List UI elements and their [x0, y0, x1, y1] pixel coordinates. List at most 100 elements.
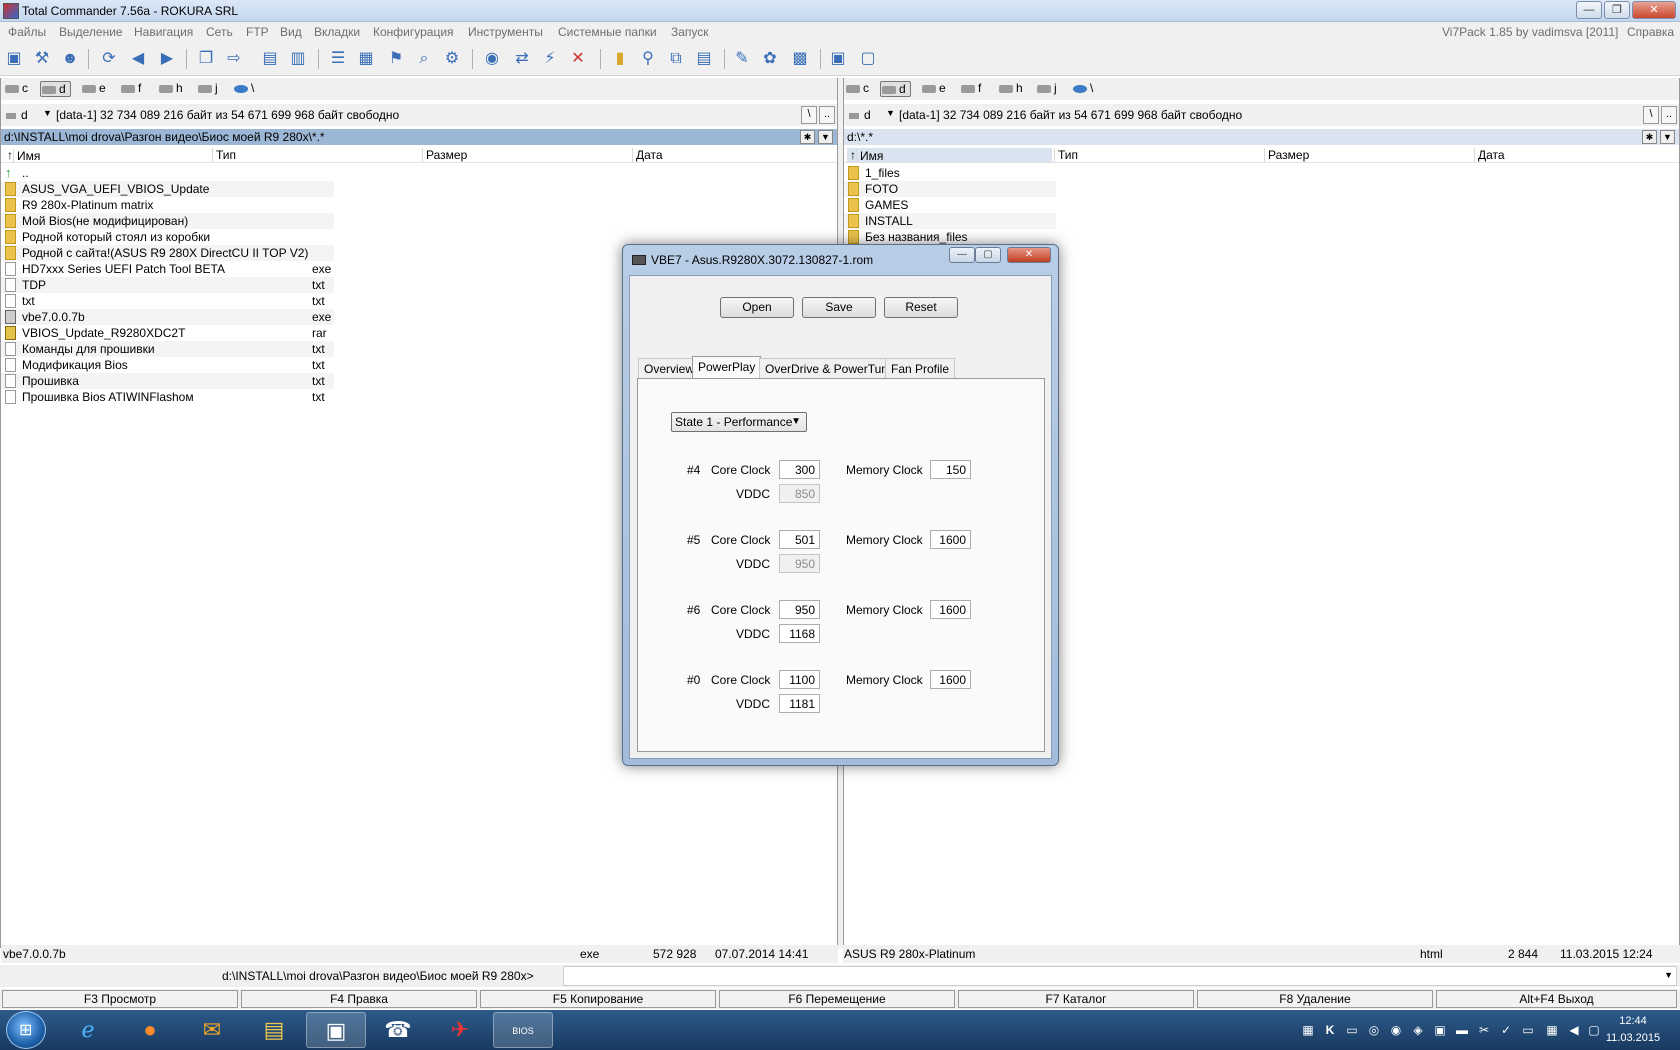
sync-tray-icon[interactable]: ◈: [1410, 1022, 1426, 1038]
f4-edit-button[interactable]: F4 Правка: [241, 990, 477, 1008]
pack-icon[interactable]: ⚒: [30, 47, 54, 71]
list-view-icon[interactable]: ☰: [326, 47, 350, 71]
ftp-connect-icon[interactable]: ⚡: [538, 47, 562, 71]
left-path-bar[interactable]: d:\INSTALL\moi drova\Разгон видео\Биос м…: [1, 129, 837, 145]
chevron-down-icon[interactable]: ▼: [1664, 970, 1673, 980]
memory-clock-field[interactable]: 1600: [930, 670, 971, 689]
calculator-icon[interactable]: ▩: [788, 47, 812, 71]
notes-icon[interactable]: ▤: [692, 47, 716, 71]
f7-mkdir-button[interactable]: F7 Каталог: [958, 990, 1194, 1008]
command-line-input[interactable]: ▼: [563, 966, 1677, 986]
flag-icon[interactable]: ▬: [1454, 1022, 1470, 1038]
restore-button[interactable]: ❐: [1604, 1, 1630, 19]
memory-clock-field[interactable]: 1600: [930, 600, 971, 619]
list-item[interactable]: Мой Bios(не модифицирован): [1, 213, 334, 229]
list-item[interactable]: ↑..: [1, 165, 837, 181]
menu-navigation[interactable]: Навигация: [134, 25, 193, 39]
drive-network[interactable]: \: [1072, 81, 1093, 97]
alt-f4-exit-button[interactable]: Alt+F4 Выход: [1436, 990, 1677, 1008]
list-item[interactable]: R9 280x-Platinum matrix: [1, 197, 837, 213]
move-file-icon[interactable]: ⇨: [222, 47, 246, 71]
refresh-icon[interactable]: ⟳: [97, 47, 121, 71]
outlook-icon[interactable]: ✉: [182, 1012, 242, 1048]
menu-tabs[interactable]: Вкладки: [314, 25, 360, 39]
sync-icon[interactable]: ⚙: [440, 47, 464, 71]
menu-tools[interactable]: Инструменты: [468, 25, 543, 39]
col-type[interactable]: Тип: [1054, 148, 1078, 162]
core-clock-field[interactable]: 950: [779, 600, 820, 619]
col-date[interactable]: Дата: [1474, 148, 1505, 162]
right-history-button[interactable]: ▼: [1660, 130, 1675, 144]
list-item[interactable]: vbe7.0.0.7b exe: [1, 309, 334, 325]
tab-overview[interactable]: Overview: [638, 358, 701, 378]
menu-configuration[interactable]: Конфигурация: [373, 25, 454, 39]
state-select[interactable]: State 1 - Performance ▼: [671, 412, 807, 432]
tray-icon[interactable]: ▦: [1300, 1022, 1316, 1038]
tab-fan-profile[interactable]: Fan Profile: [885, 358, 956, 378]
drive-j[interactable]: j: [1036, 81, 1057, 97]
ftp-disconnect-icon[interactable]: ✕: [566, 47, 590, 71]
skype-icon[interactable]: ◉: [1388, 1022, 1404, 1038]
list-item[interactable]: Без названия_files: [844, 229, 1679, 245]
tool-icon[interactable]: ✈: [430, 1012, 490, 1048]
find-icon[interactable]: ⌕: [412, 47, 436, 71]
drive-h[interactable]: h: [998, 81, 1023, 97]
core-clock-field[interactable]: 501: [779, 530, 820, 549]
col-size[interactable]: Размер: [1264, 148, 1309, 162]
menu-network[interactable]: Сеть: [206, 25, 233, 39]
update-icon[interactable]: ▣: [1432, 1022, 1448, 1038]
utility-icon[interactable]: ▢: [856, 47, 880, 71]
col-name[interactable]: ↑ Имя: [4, 148, 40, 163]
drive-j[interactable]: j: [197, 81, 218, 97]
list-item[interactable]: ASUS_VGA_UEFI_VBIOS_Update: [1, 181, 334, 197]
list-item[interactable]: INSTALL: [844, 213, 1056, 229]
tools-tray-icon[interactable]: ✂: [1476, 1022, 1492, 1038]
menu-files[interactable]: Файлы: [8, 25, 46, 39]
drive-h[interactable]: h: [158, 81, 183, 97]
f5-copy-button[interactable]: F5 Копирование: [480, 990, 716, 1008]
drive-f[interactable]: f: [120, 81, 141, 97]
explorer-icon[interactable]: ▤: [244, 1012, 304, 1048]
copy-icon[interactable]: ⧉: [664, 47, 688, 71]
right-hotlist-button[interactable]: ✱: [1642, 130, 1657, 144]
vddc-field[interactable]: 1168: [779, 624, 820, 643]
menu-help[interactable]: Справка: [1627, 25, 1674, 39]
menu-view[interactable]: Вид: [280, 25, 302, 39]
keyboard-icon[interactable]: ▦: [1544, 1022, 1560, 1038]
core-clock-field[interactable]: 1100: [779, 670, 820, 689]
menu-ftp[interactable]: FTP: [246, 25, 269, 39]
right-drive-select[interactable]: d ▼: [848, 106, 895, 124]
vbe-close-button[interactable]: ✕: [1007, 247, 1051, 263]
network-tray-icon[interactable]: ▭: [1344, 1022, 1360, 1038]
core-clock-field[interactable]: 300: [779, 460, 820, 479]
start-button[interactable]: ⊞: [6, 1011, 46, 1049]
firefox-icon[interactable]: ●: [120, 1012, 180, 1048]
right-root-button[interactable]: \: [1643, 106, 1659, 124]
list-item[interactable]: Родной который стоял из коробки: [1, 229, 837, 245]
list-item[interactable]: FOTO: [844, 181, 1056, 197]
tray-chat-icon[interactable]: ▭: [1520, 1022, 1536, 1038]
volume-icon[interactable]: ◀: [1566, 1022, 1582, 1038]
right-path-bar[interactable]: d:\*.* ✱ ▼: [844, 129, 1679, 145]
f8-delete-button[interactable]: F8 Удаление: [1197, 990, 1433, 1008]
left-drive-select[interactable]: d ▼: [5, 106, 52, 124]
list-item[interactable]: Родной с сайта!(ASUS R9 280X DirectCU II…: [1, 245, 334, 261]
list-item[interactable]: Команды для прошивки txt: [1, 341, 334, 357]
tab-powerplay[interactable]: PowerPlay: [692, 356, 762, 379]
menu-launch[interactable]: Запуск: [671, 25, 709, 39]
compare-icon[interactable]: ⚑: [384, 47, 408, 71]
paint-icon[interactable]: ✿: [758, 47, 782, 71]
phone-icon[interactable]: ☎: [368, 1012, 428, 1048]
open-button[interactable]: Open: [720, 297, 794, 318]
list-item[interactable]: GAMES: [844, 197, 1679, 213]
right-up-button[interactable]: ..: [1661, 106, 1677, 124]
left-root-button[interactable]: \: [801, 106, 817, 124]
archive-icon[interactable]: ▥: [286, 47, 310, 71]
edit-icon[interactable]: ✎: [730, 47, 754, 71]
drive-d[interactable]: d: [40, 81, 71, 97]
ie-icon[interactable]: ℯ: [58, 1012, 118, 1048]
left-up-button[interactable]: ..: [819, 106, 835, 124]
list-item[interactable]: TDP txt: [1, 277, 334, 293]
network-connect-icon[interactable]: ⇄: [510, 47, 534, 71]
back-icon[interactable]: ◀: [126, 47, 150, 71]
